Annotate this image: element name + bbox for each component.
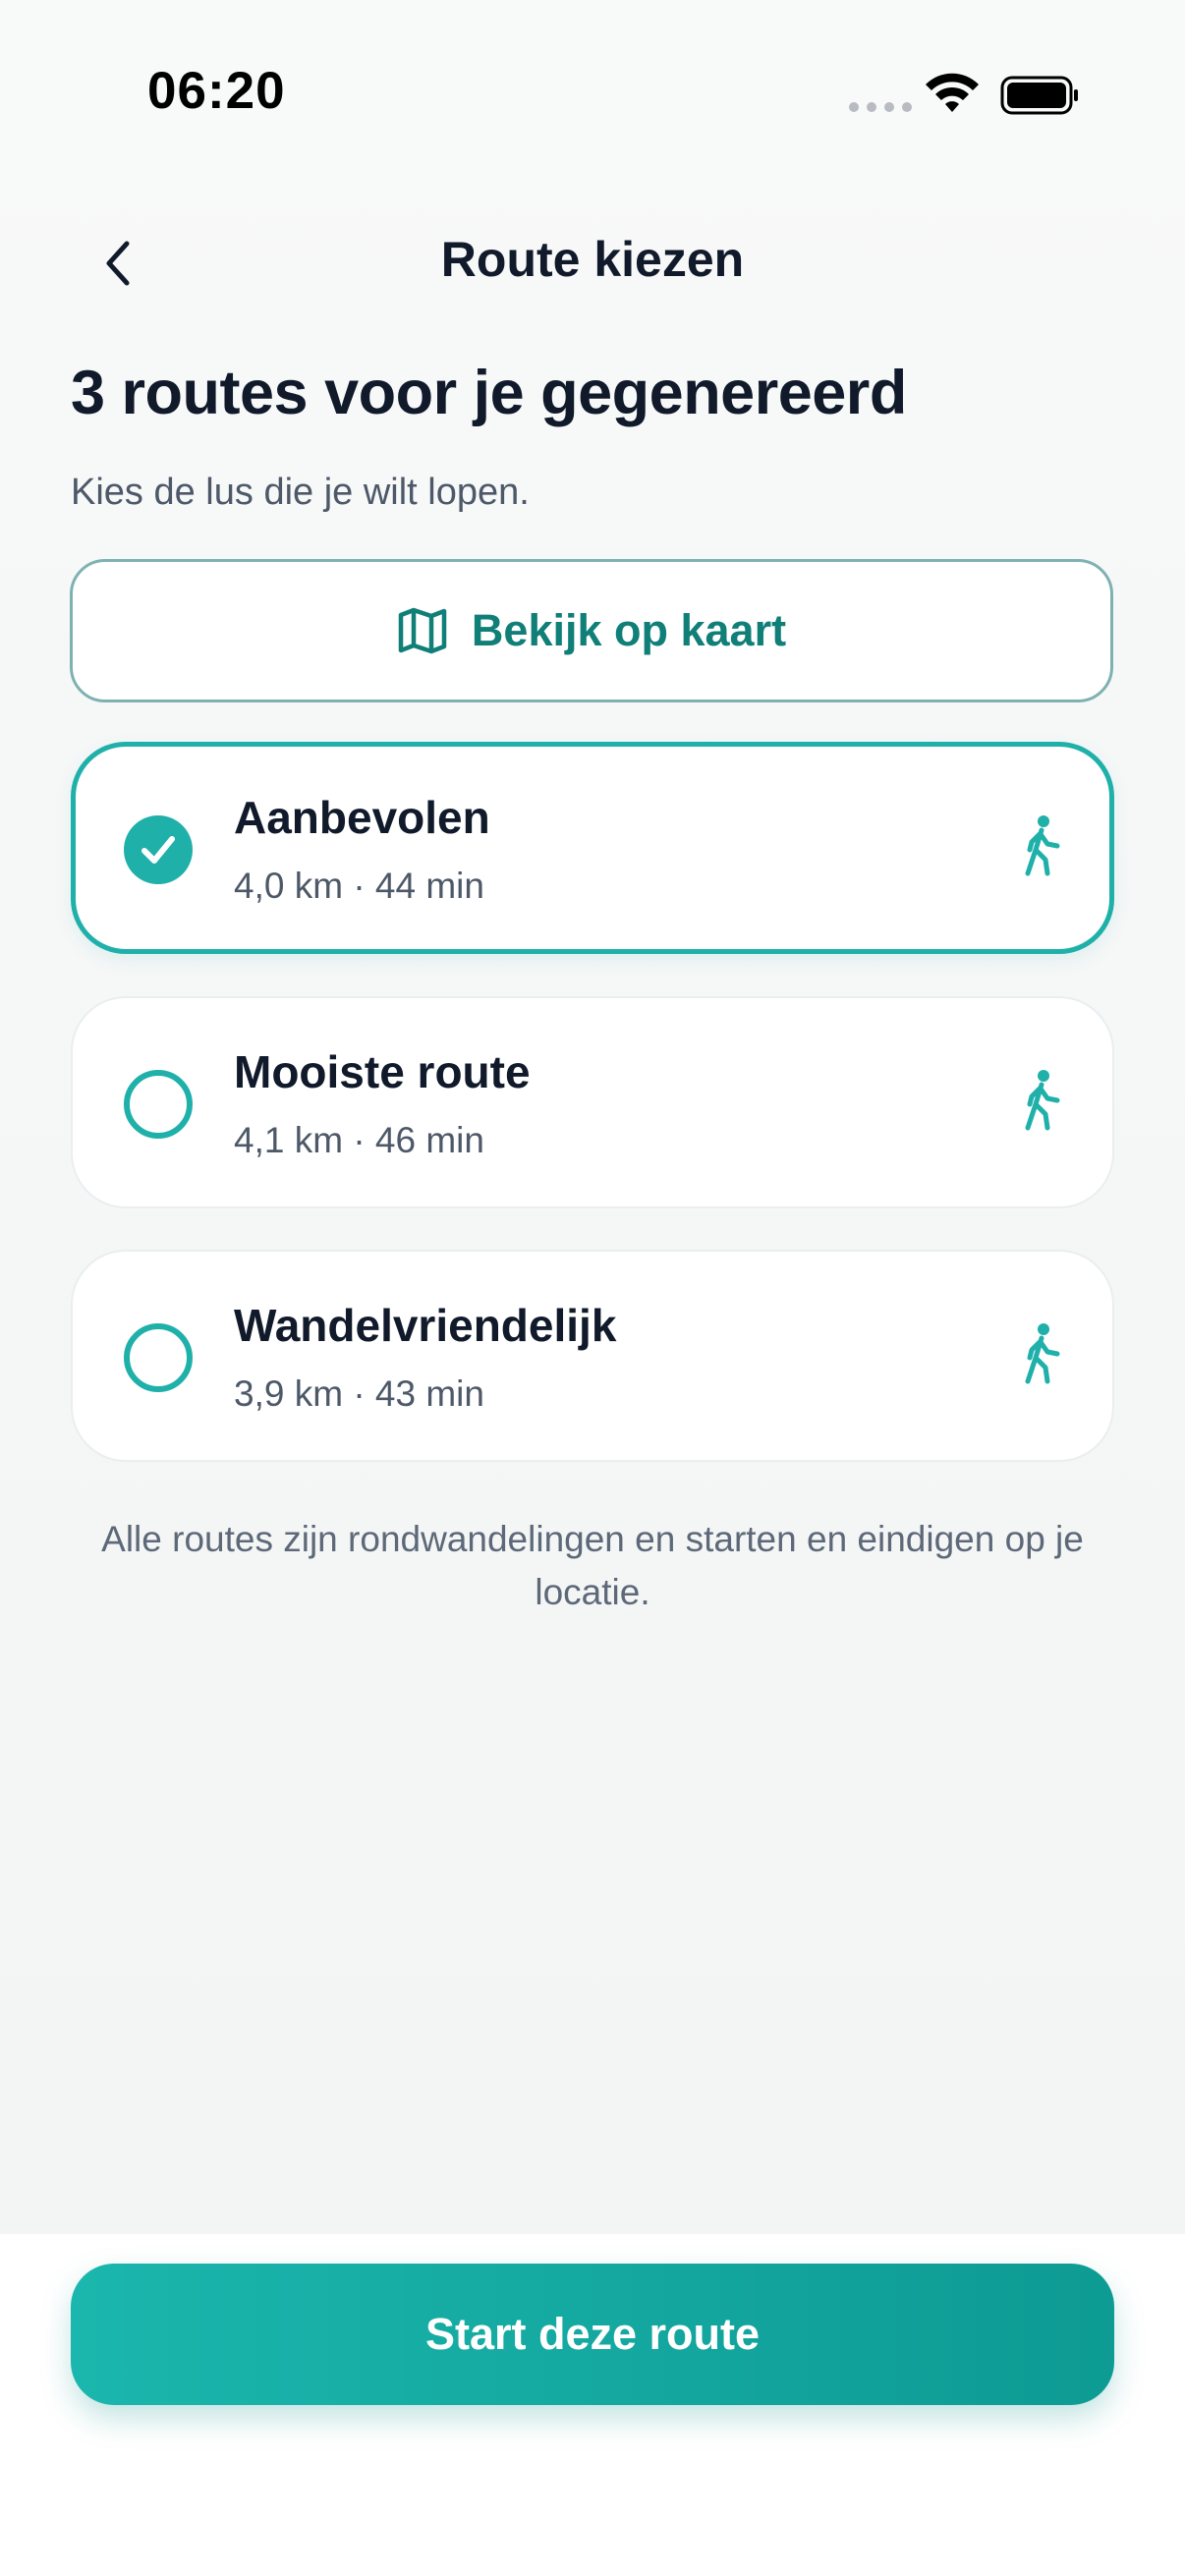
check-icon bbox=[141, 836, 175, 864]
start-route-button[interactable]: Start deze route bbox=[71, 2264, 1114, 2405]
map-icon bbox=[398, 607, 447, 654]
route-option-mooiste-route[interactable]: Mooiste route 4,1 km · 46 min bbox=[71, 996, 1114, 1208]
radio-checked[interactable] bbox=[124, 815, 193, 884]
page-title: Route kiezen bbox=[440, 232, 745, 287]
route-distance-duration: 4,0 km · 44 min bbox=[234, 866, 484, 906]
walking-person-icon bbox=[1025, 815, 1060, 876]
start-route-label: Start deze route bbox=[424, 2309, 761, 2359]
walking-person-icon bbox=[1025, 1323, 1060, 1384]
route-name: Mooiste route bbox=[234, 1046, 531, 1097]
radio-unchecked[interactable] bbox=[124, 1323, 193, 1392]
routes-footnote: Alle routes zijn rondwandelingen en star… bbox=[101, 1519, 1084, 1612]
status-time: 06:20 bbox=[147, 62, 286, 120]
bottom-action-bar: Start deze route bbox=[0, 2234, 1185, 2576]
route-name: Aanbevolen bbox=[234, 792, 490, 843]
walking-person-icon bbox=[1025, 1070, 1060, 1131]
route-option-aanbevolen[interactable]: Aanbevolen 4,0 km · 44 min bbox=[71, 742, 1114, 954]
routes-subtitle: Kies de lus die je wilt lopen. bbox=[71, 472, 530, 513]
view-on-map-button[interactable]: Bekijk op kaart bbox=[70, 559, 1113, 702]
wifi-icon bbox=[926, 73, 979, 112]
nav-header: Route kiezen bbox=[0, 206, 1185, 314]
view-on-map-label: Bekijk op kaart bbox=[471, 605, 787, 655]
route-distance-duration: 4,1 km · 46 min bbox=[234, 1120, 484, 1160]
battery-icon bbox=[1000, 76, 1078, 115]
routes-heading: 3 routes voor je gegenereerd bbox=[71, 359, 907, 427]
route-distance-duration: 3,9 km · 43 min bbox=[234, 1373, 484, 1414]
radio-unchecked[interactable] bbox=[124, 1070, 193, 1139]
cellular-signal-icon bbox=[849, 102, 912, 112]
route-option-wandelvriendelijk[interactable]: Wandelvriendelijk 3,9 km · 43 min bbox=[71, 1250, 1114, 1462]
status-bar: 06:20 bbox=[0, 0, 1185, 196]
route-name: Wandelvriendelijk bbox=[234, 1300, 617, 1351]
